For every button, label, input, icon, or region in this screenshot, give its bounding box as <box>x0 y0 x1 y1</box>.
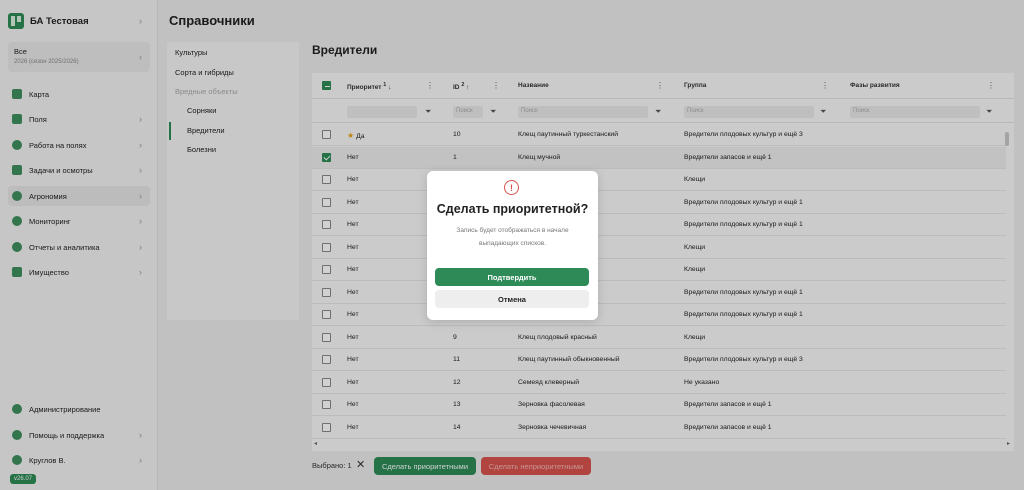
warning-icon: ! <box>504 180 519 195</box>
confirm-dialog: ! Сделать приоритетной? Запись будет ото… <box>427 171 598 320</box>
cancel-button[interactable]: Отмена <box>435 290 589 308</box>
dialog-text: Запись будет отображаться в начале выпад… <box>456 227 569 247</box>
dialog-title: Сделать приоритетной? <box>436 202 589 216</box>
confirm-button[interactable]: Подтвердить <box>435 268 589 286</box>
